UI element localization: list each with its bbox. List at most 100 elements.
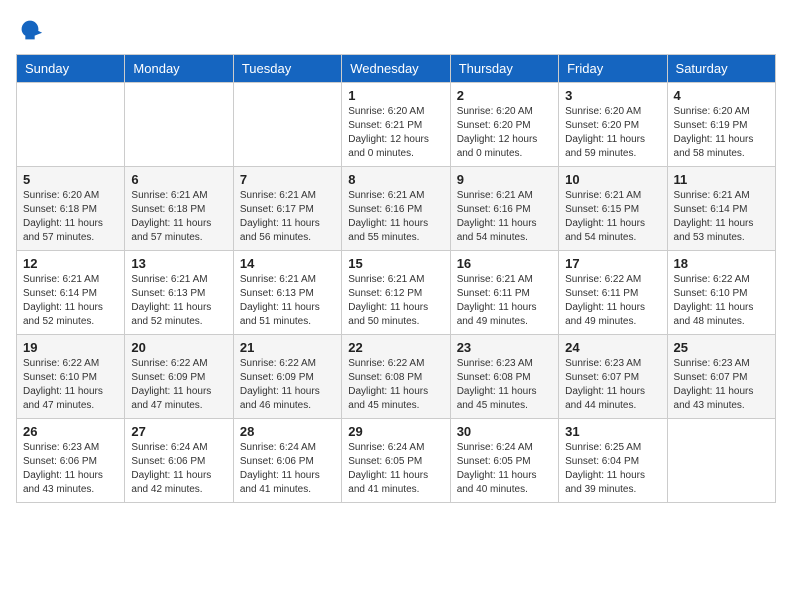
day-of-week-header: Sunday	[17, 55, 125, 83]
day-number: 7	[240, 172, 335, 187]
calendar-cell: 8 Sunrise: 6:21 AM Sunset: 6:16 PM Daylig…	[342, 167, 450, 251]
day-number: 29	[348, 424, 443, 439]
day-number: 25	[674, 340, 769, 355]
logo-icon	[16, 16, 44, 44]
calendar-week-row: 5 Sunrise: 6:20 AM Sunset: 6:18 PM Daylig…	[17, 167, 776, 251]
calendar-cell: 24 Sunrise: 6:23 AM Sunset: 6:07 PM Dayli…	[559, 335, 667, 419]
calendar-week-row: 12 Sunrise: 6:21 AM Sunset: 6:14 PM Dayli…	[17, 251, 776, 335]
logo	[16, 16, 48, 44]
day-number: 17	[565, 256, 660, 271]
day-info: Sunrise: 6:20 AM Sunset: 6:18 PM Dayligh…	[23, 189, 118, 245]
day-info: Sunrise: 6:24 AM Sunset: 6:06 PM Dayligh…	[131, 441, 226, 497]
calendar-cell: 29 Sunrise: 6:24 AM Sunset: 6:05 PM Dayli…	[342, 419, 450, 503]
day-info: Sunrise: 6:21 AM Sunset: 6:15 PM Dayligh…	[565, 189, 660, 245]
day-number: 4	[674, 88, 769, 103]
day-number: 10	[565, 172, 660, 187]
day-info: Sunrise: 6:25 AM Sunset: 6:04 PM Dayligh…	[565, 441, 660, 497]
day-number: 26	[23, 424, 118, 439]
day-number: 14	[240, 256, 335, 271]
calendar-cell: 28 Sunrise: 6:24 AM Sunset: 6:06 PM Dayli…	[233, 419, 341, 503]
calendar-cell: 18 Sunrise: 6:22 AM Sunset: 6:10 PM Dayli…	[667, 251, 775, 335]
day-number: 9	[457, 172, 552, 187]
day-info: Sunrise: 6:21 AM Sunset: 6:14 PM Dayligh…	[23, 273, 118, 329]
calendar-cell: 17 Sunrise: 6:22 AM Sunset: 6:11 PM Dayli…	[559, 251, 667, 335]
calendar-cell	[125, 83, 233, 167]
calendar-cell: 30Sunrise: 6:24 AM Sunset: 6:05 PM Dayli…	[450, 419, 558, 503]
day-number: 20	[131, 340, 226, 355]
day-info: Sunrise: 6:23 AM Sunset: 6:08 PM Dayligh…	[457, 357, 552, 413]
calendar-cell: 27 Sunrise: 6:24 AM Sunset: 6:06 PM Dayli…	[125, 419, 233, 503]
day-number: 21	[240, 340, 335, 355]
day-number: 28	[240, 424, 335, 439]
day-info: Sunrise: 6:20 AM Sunset: 6:19 PM Dayligh…	[674, 105, 769, 161]
calendar-cell: 16 Sunrise: 6:21 AM Sunset: 6:11 PM Dayli…	[450, 251, 558, 335]
day-number: 18	[674, 256, 769, 271]
day-info: Sunrise: 6:23 AM Sunset: 6:07 PM Dayligh…	[565, 357, 660, 413]
day-of-week-header: Wednesday	[342, 55, 450, 83]
calendar-cell: 4 Sunrise: 6:20 AM Sunset: 6:19 PM Daylig…	[667, 83, 775, 167]
day-number: 12	[23, 256, 118, 271]
day-of-week-header: Friday	[559, 55, 667, 83]
calendar-cell: 23 Sunrise: 6:23 AM Sunset: 6:08 PM Dayli…	[450, 335, 558, 419]
day-info: Sunrise: 6:24 AM Sunset: 6:05 PM Dayligh…	[348, 441, 443, 497]
day-number: 16	[457, 256, 552, 271]
day-number: 2	[457, 88, 552, 103]
day-info: Sunrise: 6:21 AM Sunset: 6:12 PM Dayligh…	[348, 273, 443, 329]
day-info: Sunrise: 6:20 AM Sunset: 6:21 PM Dayligh…	[348, 105, 443, 161]
day-info: Sunrise: 6:21 AM Sunset: 6:16 PM Dayligh…	[348, 189, 443, 245]
day-number: 27	[131, 424, 226, 439]
calendar-cell: 2 Sunrise: 6:20 AM Sunset: 6:20 PM Daylig…	[450, 83, 558, 167]
day-info: Sunrise: 6:21 AM Sunset: 6:11 PM Dayligh…	[457, 273, 552, 329]
calendar-cell: 3 Sunrise: 6:20 AM Sunset: 6:20 PM Daylig…	[559, 83, 667, 167]
day-of-week-header: Monday	[125, 55, 233, 83]
calendar-cell: 19 Sunrise: 6:22 AM Sunset: 6:10 PM Dayli…	[17, 335, 125, 419]
calendar-cell: 13 Sunrise: 6:21 AM Sunset: 6:13 PM Dayli…	[125, 251, 233, 335]
day-number: 22	[348, 340, 443, 355]
calendar-cell: 11 Sunrise: 6:21 AM Sunset: 6:14 PM Dayli…	[667, 167, 775, 251]
day-number: 30	[457, 424, 552, 439]
calendar-cell: 14 Sunrise: 6:21 AM Sunset: 6:13 PM Dayli…	[233, 251, 341, 335]
day-info: Sunrise: 6:20 AM Sunset: 6:20 PM Dayligh…	[457, 105, 552, 161]
day-number: 19	[23, 340, 118, 355]
day-number: 6	[131, 172, 226, 187]
day-number: 13	[131, 256, 226, 271]
day-info: Sunrise: 6:20 AM Sunset: 6:20 PM Dayligh…	[565, 105, 660, 161]
day-info: Sunrise: 6:21 AM Sunset: 6:17 PM Dayligh…	[240, 189, 335, 245]
day-of-week-header: Thursday	[450, 55, 558, 83]
day-info: Sunrise: 6:22 AM Sunset: 6:10 PM Dayligh…	[674, 273, 769, 329]
calendar-week-row: 19 Sunrise: 6:22 AM Sunset: 6:10 PM Dayli…	[17, 335, 776, 419]
day-number: 11	[674, 172, 769, 187]
calendar-cell: 31Sunrise: 6:25 AM Sunset: 6:04 PM Dayli…	[559, 419, 667, 503]
day-number: 8	[348, 172, 443, 187]
calendar-cell: 1 Sunrise: 6:20 AM Sunset: 6:21 PM Daylig…	[342, 83, 450, 167]
day-info: Sunrise: 6:22 AM Sunset: 6:09 PM Dayligh…	[240, 357, 335, 413]
calendar-cell	[667, 419, 775, 503]
calendar-cell: 12 Sunrise: 6:21 AM Sunset: 6:14 PM Dayli…	[17, 251, 125, 335]
calendar-cell: 21 Sunrise: 6:22 AM Sunset: 6:09 PM Dayli…	[233, 335, 341, 419]
day-info: Sunrise: 6:22 AM Sunset: 6:11 PM Dayligh…	[565, 273, 660, 329]
day-number: 1	[348, 88, 443, 103]
day-info: Sunrise: 6:23 AM Sunset: 6:07 PM Dayligh…	[674, 357, 769, 413]
day-info: Sunrise: 6:22 AM Sunset: 6:10 PM Dayligh…	[23, 357, 118, 413]
day-info: Sunrise: 6:21 AM Sunset: 6:13 PM Dayligh…	[240, 273, 335, 329]
calendar-cell: 15Sunrise: 6:21 AM Sunset: 6:12 PM Dayli…	[342, 251, 450, 335]
calendar-cell: 26Sunrise: 6:23 AM Sunset: 6:06 PM Dayli…	[17, 419, 125, 503]
day-number: 3	[565, 88, 660, 103]
day-info: Sunrise: 6:22 AM Sunset: 6:09 PM Dayligh…	[131, 357, 226, 413]
calendar-cell: 20 Sunrise: 6:22 AM Sunset: 6:09 PM Dayli…	[125, 335, 233, 419]
page-header	[16, 16, 776, 44]
day-info: Sunrise: 6:24 AM Sunset: 6:06 PM Dayligh…	[240, 441, 335, 497]
calendar-header-row: SundayMondayTuesdayWednesdayThursdayFrid…	[17, 55, 776, 83]
day-info: Sunrise: 6:22 AM Sunset: 6:08 PM Dayligh…	[348, 357, 443, 413]
calendar-table: SundayMondayTuesdayWednesdayThursdayFrid…	[16, 54, 776, 503]
calendar-cell	[233, 83, 341, 167]
day-info: Sunrise: 6:21 AM Sunset: 6:13 PM Dayligh…	[131, 273, 226, 329]
day-number: 24	[565, 340, 660, 355]
calendar-cell: 7 Sunrise: 6:21 AM Sunset: 6:17 PM Daylig…	[233, 167, 341, 251]
calendar-cell: 22 Sunrise: 6:22 AM Sunset: 6:08 PM Dayli…	[342, 335, 450, 419]
day-number: 5	[23, 172, 118, 187]
day-number: 23	[457, 340, 552, 355]
day-info: Sunrise: 6:21 AM Sunset: 6:14 PM Dayligh…	[674, 189, 769, 245]
calendar-cell: 10 Sunrise: 6:21 AM Sunset: 6:15 PM Dayli…	[559, 167, 667, 251]
day-info: Sunrise: 6:21 AM Sunset: 6:16 PM Dayligh…	[457, 189, 552, 245]
